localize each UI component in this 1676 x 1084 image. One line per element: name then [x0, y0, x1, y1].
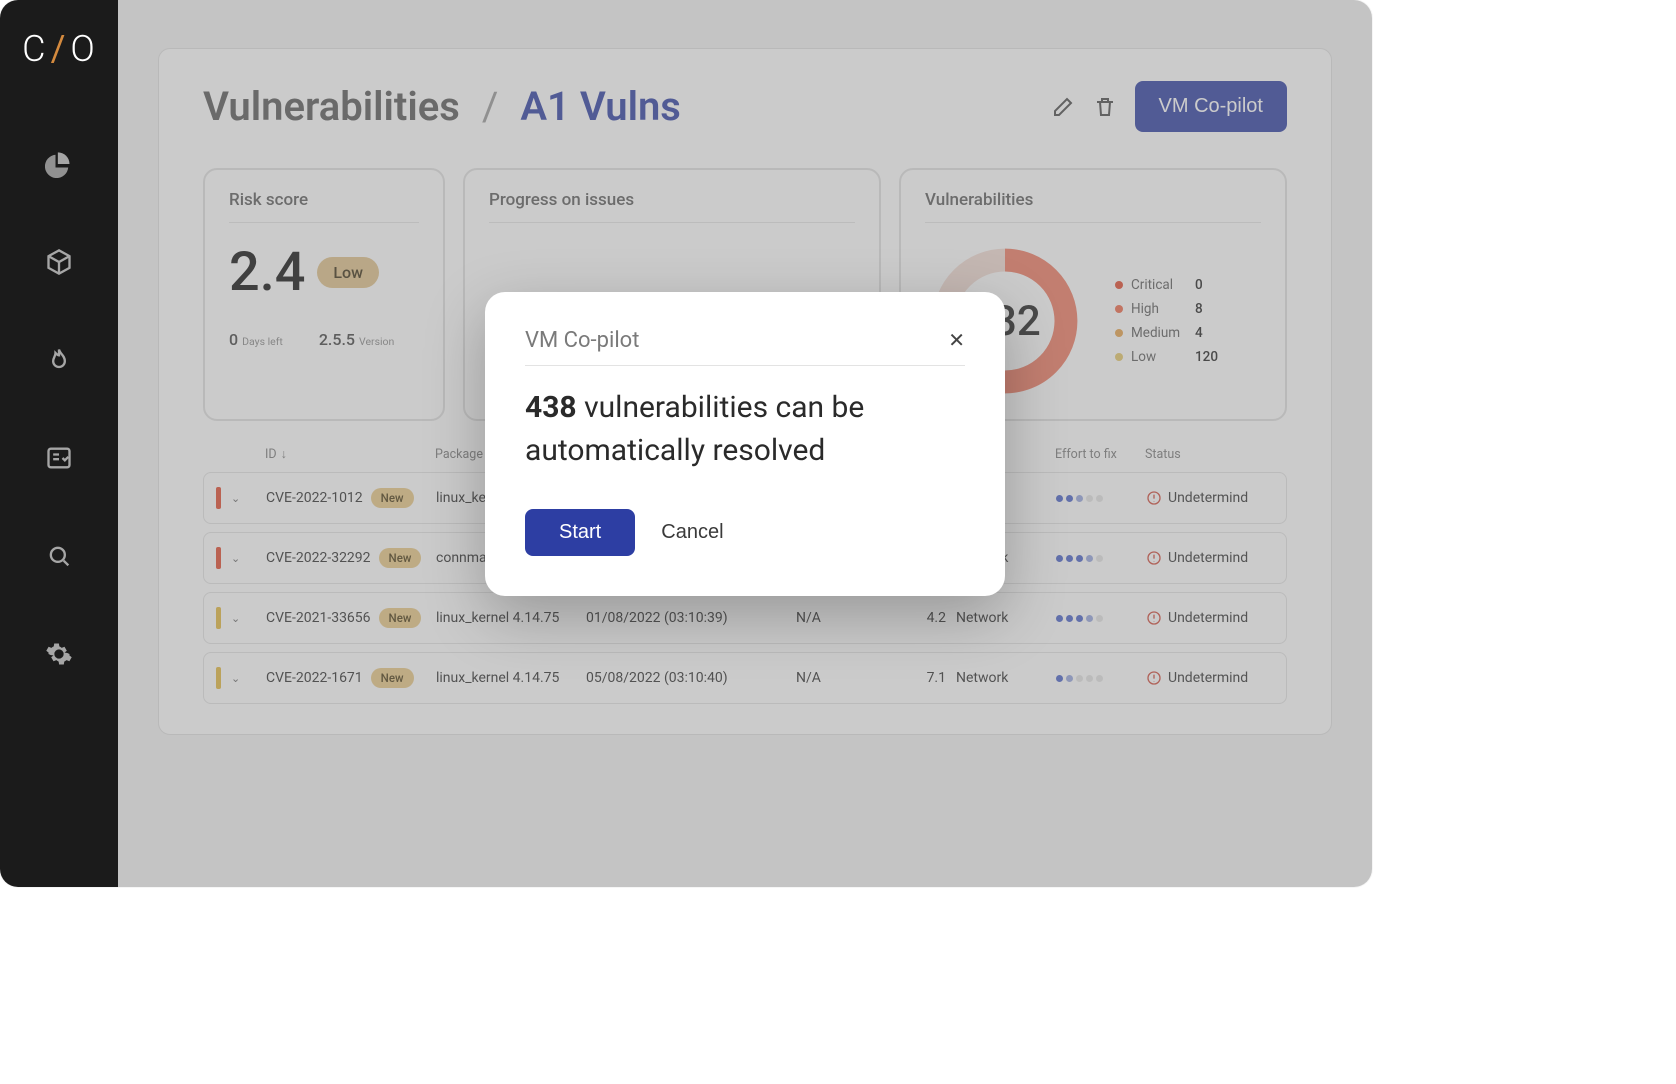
sidebar: C/O [0, 0, 118, 887]
sidebar-nav [45, 150, 73, 668]
modal-title: VM Co-pilot [525, 328, 639, 353]
modal-body: 438 vulnerabilities can be automatically… [525, 386, 965, 473]
logo: C/O [22, 28, 96, 70]
search-icon[interactable] [45, 542, 73, 570]
vm-copilot-modal: VM Co-pilot ✕ 438 vulnerabilities can be… [485, 292, 1005, 596]
modal-text: vulnerabilities can be automatically res… [525, 390, 864, 469]
modal-scrim[interactable]: VM Co-pilot ✕ 438 vulnerabilities can be… [118, 0, 1372, 887]
modal-count: 438 [525, 390, 577, 425]
checklist-icon[interactable] [45, 444, 73, 472]
cube-icon[interactable] [45, 248, 73, 276]
close-icon[interactable]: ✕ [948, 328, 965, 352]
cancel-button[interactable]: Cancel [661, 521, 723, 544]
start-button[interactable]: Start [525, 509, 635, 556]
gear-icon[interactable] [45, 640, 73, 668]
main: Vulnerabilities / A1 Vulns VM Co-pilot [118, 0, 1372, 887]
pie-chart-icon[interactable] [45, 150, 73, 178]
flame-icon[interactable] [45, 346, 73, 374]
